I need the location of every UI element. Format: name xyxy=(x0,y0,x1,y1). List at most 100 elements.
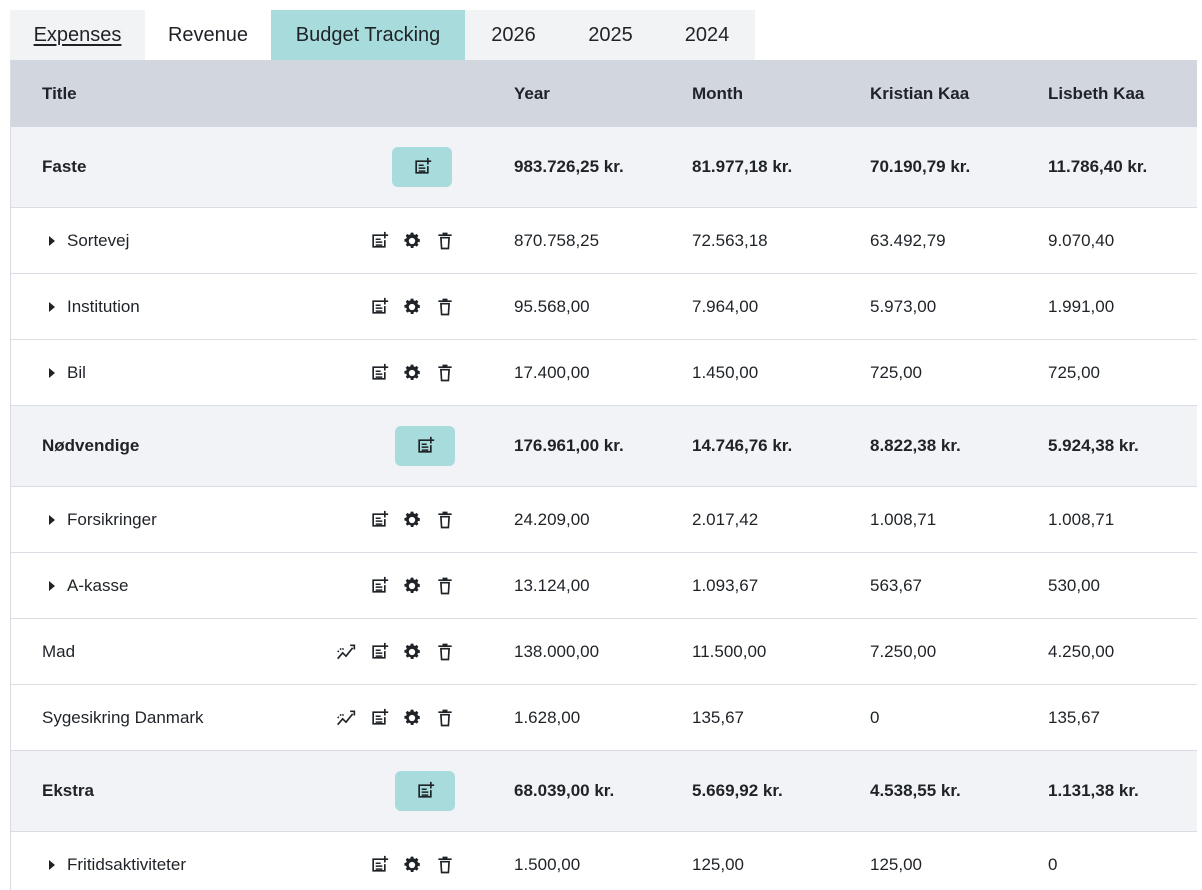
gear-icon[interactable] xyxy=(402,363,422,383)
row-actions xyxy=(369,553,455,618)
trend-icon[interactable] xyxy=(336,708,356,728)
cell-year: 138.000,00 xyxy=(514,641,600,661)
cell-lisbeth-kaa: 9.070,40 xyxy=(1048,230,1115,250)
note-add-icon xyxy=(415,781,435,801)
row-title-text: Fritidsaktiviteter xyxy=(67,854,187,874)
column-header-month[interactable]: Month xyxy=(692,60,743,127)
tab-label: Revenue xyxy=(167,23,249,46)
tab-2026[interactable]: 2026 xyxy=(465,10,562,60)
row-title-text: Sortevej xyxy=(67,230,130,250)
note-add-icon[interactable] xyxy=(369,576,389,596)
cell-kristian-kaa: 125,00 xyxy=(870,854,922,874)
trash-icon[interactable] xyxy=(435,576,455,596)
cell-month: 14.746,76 kr. xyxy=(692,436,793,455)
tab-budget-tracking[interactable]: Budget Tracking xyxy=(271,10,465,60)
add-item-button[interactable] xyxy=(395,426,455,466)
cell-month: 1.093,67 xyxy=(692,575,759,595)
row-actions xyxy=(336,619,455,684)
trash-icon[interactable] xyxy=(435,363,455,383)
tab-expenses[interactable]: Expenses xyxy=(10,10,145,60)
cell-kristian-kaa: 63.492,79 xyxy=(870,230,946,250)
table-row: Institution 95.568,00 7.964,00 5.973,00 1.99… xyxy=(11,274,1197,340)
cell-month: 1.450,00 xyxy=(692,362,759,382)
cell-year: 870.758,25 xyxy=(514,230,600,250)
trash-icon[interactable] xyxy=(435,297,455,317)
row-title[interactable]: Forsikringer xyxy=(49,487,157,552)
cell-lisbeth-kaa: 5.924,38 kr. xyxy=(1048,436,1139,455)
cell-year: 983.726,25 kr. xyxy=(514,157,624,176)
table-row: Forsikringer 24.209,00 2.017,42 1.008,71 1.0… xyxy=(11,487,1197,553)
trash-icon[interactable] xyxy=(435,510,455,530)
caret-right-icon[interactable] xyxy=(49,235,55,246)
tab-2024[interactable]: 2024 xyxy=(659,10,755,60)
row-title[interactable]: Fritidsaktiviteter xyxy=(49,832,186,890)
cell-kristian-kaa: 4.538,55 kr. xyxy=(870,781,961,800)
add-item-button[interactable] xyxy=(392,147,452,187)
note-add-icon[interactable] xyxy=(369,642,389,662)
cell-lisbeth-kaa: 725,00 xyxy=(1048,362,1100,382)
cell-lisbeth-kaa: 1.008,71 xyxy=(1048,509,1115,529)
cell-month: 7.964,00 xyxy=(692,296,759,316)
table-row: Sortevej 870.758,25 72.563,18 63.492,79 9.07… xyxy=(11,208,1197,274)
row-title[interactable]: Sortevej xyxy=(49,208,129,273)
gear-icon[interactable] xyxy=(402,297,422,317)
column-header-kristian-kaa[interactable]: Kristian Kaa xyxy=(870,60,969,127)
gear-icon[interactable] xyxy=(402,708,422,728)
cell-kristian-kaa: 5.973,00 xyxy=(870,296,937,316)
trash-icon[interactable] xyxy=(435,708,455,728)
gear-icon[interactable] xyxy=(402,576,422,596)
cell-kristian-kaa: 1.008,71 xyxy=(870,509,937,529)
caret-right-icon[interactable] xyxy=(49,301,55,312)
trend-icon[interactable] xyxy=(336,642,356,662)
tab-label: Budget Tracking xyxy=(295,23,441,46)
row-title[interactable]: A-kasse xyxy=(49,553,128,618)
trash-icon[interactable] xyxy=(435,855,455,875)
caret-right-icon[interactable] xyxy=(49,514,55,525)
row-title-text: Institution xyxy=(67,296,140,316)
row-title[interactable]: Bil xyxy=(49,340,86,405)
row-title-text: Faste xyxy=(42,157,87,176)
tab-label: 2024 xyxy=(684,23,730,46)
cell-kristian-kaa: 8.822,38 kr. xyxy=(870,436,961,455)
gear-icon[interactable] xyxy=(402,231,422,251)
cell-month: 125,00 xyxy=(692,854,744,874)
note-add-icon[interactable] xyxy=(369,510,389,530)
gear-icon[interactable] xyxy=(402,642,422,662)
note-add-icon xyxy=(412,157,432,177)
row-title-text: Forsikringer xyxy=(67,509,157,529)
table-row: Bil 17.400,00 1.450,00 725,00 725,00 xyxy=(11,340,1197,406)
note-add-icon[interactable] xyxy=(369,708,389,728)
note-add-icon[interactable] xyxy=(369,297,389,317)
row-actions xyxy=(369,832,455,890)
cell-year: 176.961,00 kr. xyxy=(514,436,624,455)
caret-right-icon[interactable] xyxy=(49,580,55,591)
cell-kristian-kaa: 563,67 xyxy=(870,575,922,595)
tab-revenue[interactable]: Revenue xyxy=(145,10,271,60)
column-header-title[interactable]: Title xyxy=(42,60,77,127)
column-header-lisbeth-kaa[interactable]: Lisbeth Kaa xyxy=(1048,60,1144,127)
trash-icon[interactable] xyxy=(435,642,455,662)
gear-icon[interactable] xyxy=(402,510,422,530)
cell-lisbeth-kaa: 1.131,38 kr. xyxy=(1048,781,1139,800)
cell-month: 5.669,92 kr. xyxy=(692,781,783,800)
cell-year: 1.500,00 xyxy=(514,854,581,874)
caret-right-icon[interactable] xyxy=(49,859,55,870)
cell-month: 11.500,00 xyxy=(692,641,767,661)
row-title[interactable]: Institution xyxy=(49,274,140,339)
add-item-button[interactable] xyxy=(395,771,455,811)
column-header-year[interactable]: Year xyxy=(514,60,550,127)
note-add-icon[interactable] xyxy=(369,855,389,875)
tab-2025[interactable]: 2025 xyxy=(562,10,659,60)
caret-right-icon[interactable] xyxy=(49,367,55,378)
group-row: Faste 983.726,25 kr. 81.977,18 kr. 70.190,7… xyxy=(11,127,1197,208)
note-add-icon[interactable] xyxy=(369,231,389,251)
row-title: Nødvendige xyxy=(42,406,139,486)
cell-month: 81.977,18 kr. xyxy=(692,157,793,176)
cell-month: 2.017,42 xyxy=(692,509,759,529)
note-add-icon[interactable] xyxy=(369,363,389,383)
gear-icon[interactable] xyxy=(402,855,422,875)
trash-icon[interactable] xyxy=(435,231,455,251)
cell-year: 24.209,00 xyxy=(514,509,590,529)
row-title-text: Nødvendige xyxy=(42,436,140,455)
cell-year: 95.568,00 xyxy=(514,296,590,316)
